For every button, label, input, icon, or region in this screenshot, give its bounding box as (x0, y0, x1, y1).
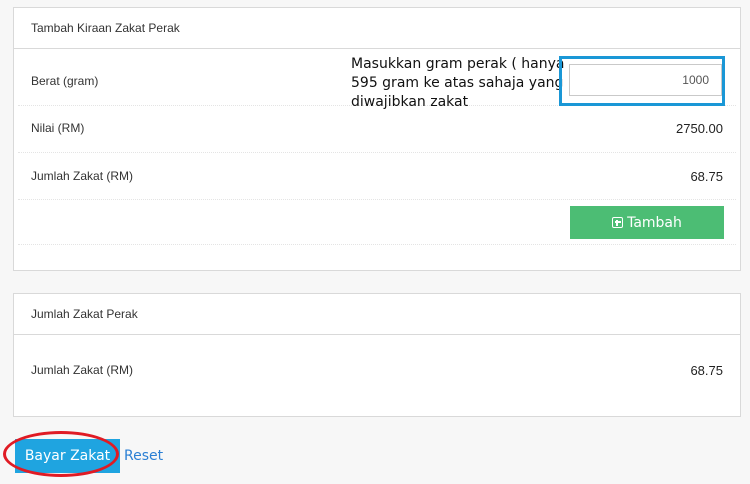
nilai-row: Nilai (RM) 2750.00 (18, 106, 736, 153)
jumlah-zakat-value: 68.75 (690, 169, 723, 184)
tambah-button-label: Tambah (627, 214, 682, 231)
jumlah-zakat-row: Jumlah Zakat (RM) 68.75 (18, 153, 736, 200)
nilai-value: 2750.00 (676, 121, 723, 136)
nilai-label: Nilai (RM) (31, 121, 85, 135)
berat-label: Berat (gram) (31, 74, 99, 88)
reset-link[interactable]: Reset (124, 448, 163, 464)
jumlah-zakat-perak-panel: Jumlah Zakat Perak Jumlah Zakat (RM) 68.… (13, 293, 741, 417)
tambah-button[interactable]: Tambah (570, 206, 724, 239)
bayar-zakat-button[interactable]: Bayar Zakat (15, 439, 120, 473)
total-panel-title: Jumlah Zakat Perak (14, 294, 740, 335)
plus-square-icon (612, 217, 624, 228)
jumlah-zakat-label: Jumlah Zakat (RM) (31, 169, 134, 183)
kiraan-zakat-panel: Tambah Kiraan Zakat Perak Berat (gram) N… (13, 7, 741, 271)
kiraan-panel-title: Tambah Kiraan Zakat Perak (14, 8, 740, 49)
berat-input[interactable] (569, 64, 722, 96)
total-jumlah-row: Jumlah Zakat (RM) 68.75 (18, 334, 736, 416)
berat-instruction-note: Masukkan gram perak ( hanya 595 gram ke … (351, 56, 565, 110)
total-jumlah-label: Jumlah Zakat (RM) (31, 363, 134, 377)
total-jumlah-value: 68.75 (690, 363, 723, 378)
